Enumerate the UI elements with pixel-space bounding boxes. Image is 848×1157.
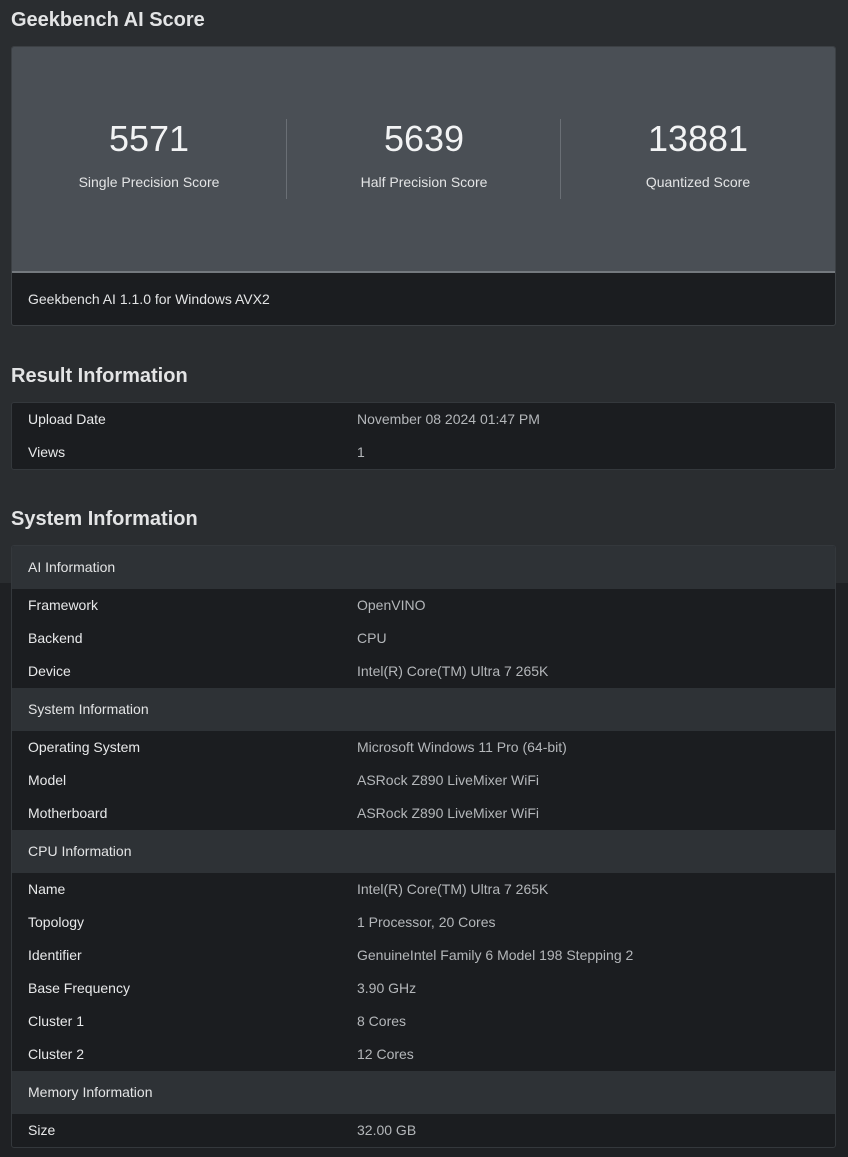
system-info-table: AI Information Framework OpenVINO Backen… (11, 545, 836, 1148)
row-value: GenuineIntel Family 6 Model 198 Stepping… (357, 947, 634, 963)
table-row: Device Intel(R) Core(TM) Ultra 7 265K (12, 655, 835, 688)
row-value: November 08 2024 01:47 PM (357, 411, 540, 427)
row-value: CPU (357, 630, 387, 646)
score-label: Half Precision Score (360, 174, 488, 190)
row-key: Cluster 1 (28, 1013, 85, 1029)
row-key: Framework (28, 597, 99, 613)
row-value: ASRock Z890 LiveMixer WiFi (357, 772, 540, 788)
single-precision-score: 5571 Single Precision Score (12, 47, 286, 271)
row-key: Identifier (28, 947, 82, 963)
table-row: Name Intel(R) Core(TM) Ultra 7 265K (12, 873, 835, 906)
result-section-title: Result Information (11, 365, 188, 387)
row-value: ASRock Z890 LiveMixer WiFi (357, 805, 540, 821)
score-label: Single Precision Score (78, 174, 220, 190)
table-row: Views 1 (12, 436, 835, 469)
row-key: Cluster 2 (28, 1046, 85, 1062)
row-key: Views (28, 444, 66, 460)
row-value: 1 (357, 444, 365, 460)
group-header-memory-information: Memory Information (12, 1071, 835, 1114)
table-row: Cluster 1 8 Cores (12, 1005, 835, 1038)
row-value: Microsoft Windows 11 Pro (64-bit) (357, 739, 567, 755)
table-row: Upload Date November 08 2024 01:47 PM (12, 403, 835, 436)
table-row: Motherboard ASRock Z890 LiveMixer WiFi (12, 797, 835, 830)
score-section-title: Geekbench AI Score (11, 9, 205, 31)
row-key: Base Frequency (28, 980, 130, 996)
table-row: Model ASRock Z890 LiveMixer WiFi (12, 764, 835, 797)
benchmark-version: Geekbench AI 1.1.0 for Windows AVX2 (28, 291, 270, 307)
row-value: 32.00 GB (357, 1122, 417, 1138)
score-panel: 5571 Single Precision Score 5639 Half Pr… (12, 47, 835, 273)
table-row: Backend CPU (12, 622, 835, 655)
row-key: Size (28, 1122, 56, 1138)
row-key: Motherboard (28, 805, 108, 821)
row-value: OpenVINO (357, 597, 426, 613)
row-value: 12 Cores (357, 1046, 414, 1062)
row-key: Operating System (28, 739, 141, 755)
group-header-system-information: System Information (12, 688, 835, 731)
score-value: 13881 (647, 118, 749, 159)
result-info-table: Upload Date November 08 2024 01:47 PM Vi… (11, 402, 836, 470)
table-row: Operating System Microsoft Windows 11 Pr… (12, 731, 835, 764)
row-value: Intel(R) Core(TM) Ultra 7 265K (357, 663, 549, 679)
table-row: Topology 1 Processor, 20 Cores (12, 906, 835, 939)
row-key: Topology (28, 914, 85, 930)
row-value: 8 Cores (357, 1013, 407, 1029)
row-value: 3.90 GHz (357, 980, 417, 996)
score-value: 5639 (383, 118, 465, 159)
table-row: Cluster 2 12 Cores (12, 1038, 835, 1071)
group-header-ai-information: AI Information (12, 546, 835, 589)
group-header-cpu-information: CPU Information (12, 830, 835, 873)
score-value: 5571 (108, 118, 190, 159)
page: Geekbench AI Score 5571 Single Precision… (0, 0, 848, 1157)
row-key: Name (28, 881, 66, 897)
table-row: Framework OpenVINO (12, 589, 835, 622)
row-key: Model (28, 772, 67, 788)
row-value: 1 Processor, 20 Cores (357, 914, 496, 930)
score-label: Quantized Score (645, 174, 751, 190)
row-key: Upload Date (28, 411, 106, 427)
table-row: Identifier GenuineIntel Family 6 Model 1… (12, 939, 835, 972)
table-row: Base Frequency 3.90 GHz (12, 972, 835, 1005)
score-card: 5571 Single Precision Score 5639 Half Pr… (11, 46, 836, 326)
quantized-score: 13881 Quantized Score (561, 47, 835, 271)
row-value: Intel(R) Core(TM) Ultra 7 265K (357, 881, 549, 897)
row-key: Device (28, 663, 71, 679)
table-row: Size 32.00 GB (12, 1114, 835, 1147)
row-key: Backend (28, 630, 83, 646)
system-section-title: System Information (11, 508, 198, 530)
half-precision-score: 5639 Half Precision Score (287, 47, 561, 271)
